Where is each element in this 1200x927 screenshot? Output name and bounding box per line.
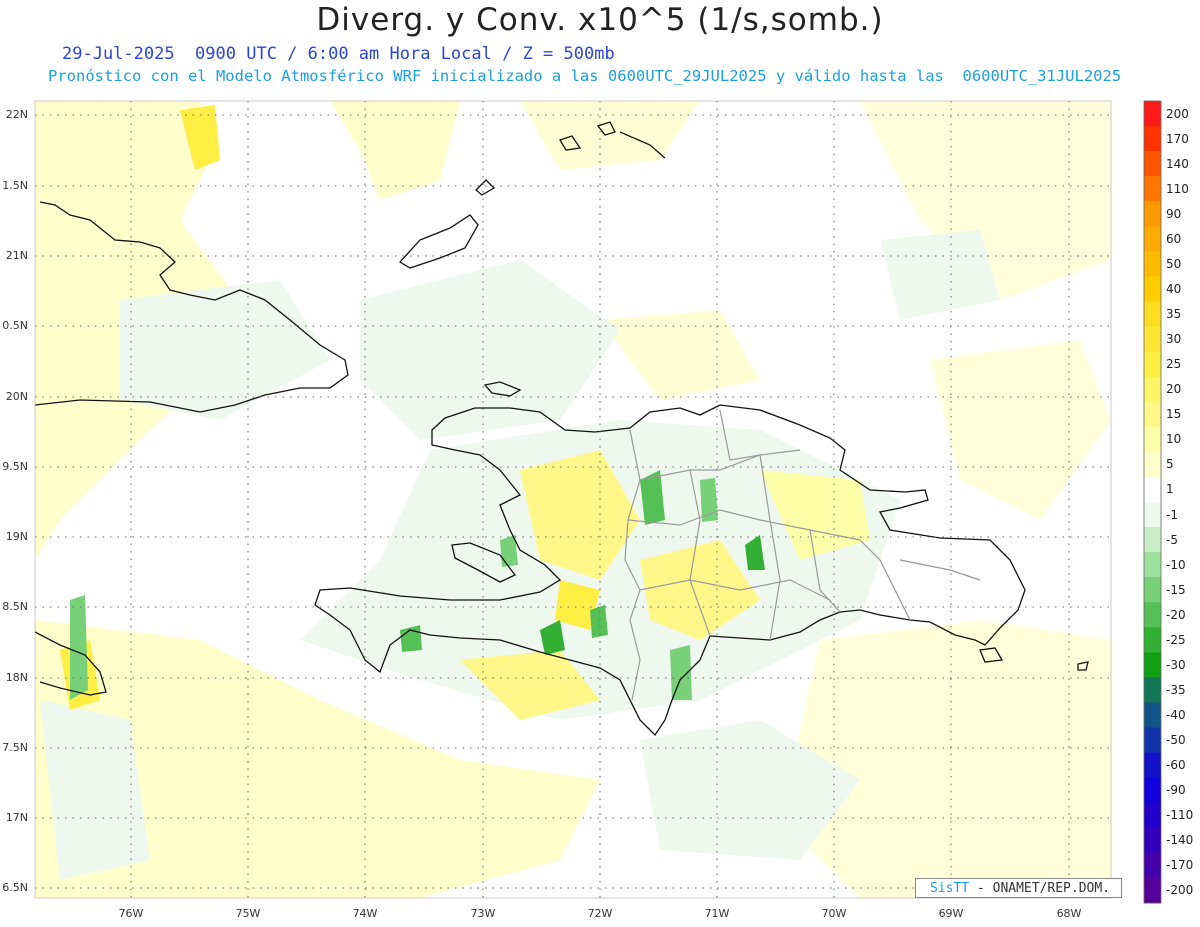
colorbar-swatch (1144, 301, 1161, 328)
colorbar-swatch (1144, 652, 1161, 678)
lat-label: 9.5N (2, 460, 28, 473)
colorbar-label: 1 (1166, 482, 1174, 497)
colorbar-label: -35 (1166, 682, 1186, 697)
colorbar-swatch (1144, 401, 1161, 428)
colorbar-swatch (1144, 201, 1161, 227)
colorbar-swatch (1144, 451, 1161, 478)
credit-box: SisTT - ONAMET/REP.DOM. (915, 878, 1122, 898)
lat-label: 22N (5, 108, 28, 121)
convergence-area (590, 605, 608, 638)
colorbar-swatch (1144, 627, 1161, 653)
convergence-area (70, 595, 88, 700)
colorbar (1144, 101, 1161, 904)
lat-label: 6.5N (2, 881, 28, 894)
colorbar-label: 5 (1166, 457, 1174, 472)
colorbar-label: 25 (1166, 357, 1182, 372)
colorbar-label: 60 (1166, 231, 1182, 246)
colorbar-swatch (1144, 577, 1161, 603)
colorbar-swatch (1144, 502, 1161, 528)
colorbar-label: -60 (1166, 758, 1186, 773)
convergence-area (670, 645, 692, 700)
colorbar-swatch (1144, 727, 1161, 754)
colorbar-label: 110 (1166, 181, 1189, 196)
colorbar-label: 90 (1166, 206, 1182, 221)
colorbar-swatch (1144, 527, 1161, 553)
divergence-area (780, 620, 1111, 898)
colorbar-label: 10 (1166, 432, 1182, 447)
colorbar-swatch (1144, 752, 1161, 779)
lon-label: 69W (938, 907, 964, 920)
divergence-map (34, 100, 1162, 904)
colorbar-swatch (1144, 176, 1161, 202)
lat-label: 18N (5, 671, 28, 684)
credit-brand: SisTT (930, 881, 970, 896)
colorbar-swatch (1144, 426, 1161, 453)
colorbar-label: 20 (1166, 382, 1182, 397)
colorbar-label: 30 (1166, 332, 1182, 347)
colorbar-label: -15 (1166, 582, 1186, 597)
colorbar-label: 40 (1166, 281, 1182, 296)
colorbar-swatch (1144, 702, 1161, 729)
colorbar-swatch (1144, 101, 1161, 127)
colorbar-label: -170 (1166, 858, 1194, 873)
lat-label: 0.5N (2, 319, 28, 332)
colorbar-swatch (1144, 226, 1161, 252)
colorbar-swatch (1144, 326, 1161, 353)
lon-label: 70W (821, 907, 847, 920)
lat-label: 1.5N (2, 179, 28, 192)
lon-label: 73W (470, 907, 496, 920)
colorbar-label: -30 (1166, 657, 1186, 672)
lon-label: 76W (118, 907, 144, 920)
colorbar-swatch (1144, 552, 1161, 578)
colorbar-swatch (1144, 351, 1161, 378)
colorbar-swatch (1144, 677, 1161, 703)
colorbar-label: 15 (1166, 407, 1182, 422)
lon-label: 72W (587, 907, 613, 920)
colorbar-swatch (1144, 126, 1161, 152)
colorbar-label: -1 (1166, 507, 1178, 522)
colorbar-swatch (1144, 476, 1161, 503)
colorbar-label: -20 (1166, 607, 1186, 622)
lon-label: 75W (235, 907, 261, 920)
lat-label: 7.5N (2, 741, 28, 754)
credit-text: - ONAMET/REP.DOM. (969, 881, 1111, 896)
colorbar-swatch (1144, 276, 1161, 302)
colorbar-label: -50 (1166, 733, 1186, 748)
lat-label: 8.5N (2, 600, 28, 613)
lat-label: 19N (5, 530, 28, 543)
colorbar-label: 50 (1166, 256, 1182, 271)
lat-label: 20N (5, 390, 28, 403)
colorbar-label: -10 (1166, 557, 1186, 572)
lat-label: 17N (5, 811, 28, 824)
colorbar-label: 170 (1166, 131, 1189, 146)
colorbar-label: 200 (1166, 106, 1189, 121)
colorbar-swatch (1144, 251, 1161, 277)
colorbar-swatch (1144, 602, 1161, 628)
colorbar-label: 140 (1166, 156, 1189, 171)
convergence-area (700, 478, 718, 522)
colorbar-swatch (1144, 151, 1161, 177)
colorbar-swatch (1144, 852, 1161, 879)
colorbar-swatch (1144, 827, 1161, 854)
lon-label: 74W (352, 907, 378, 920)
colorbar-swatch (1144, 777, 1161, 804)
colorbar-swatch (1144, 877, 1161, 904)
colorbar-label: -140 (1166, 833, 1194, 848)
colorbar-label: -25 (1166, 632, 1186, 647)
colorbar-label: -110 (1166, 808, 1194, 823)
colorbar-swatch (1144, 376, 1161, 403)
colorbar-label: -90 (1166, 783, 1186, 798)
lon-label: 71W (704, 907, 730, 920)
colorbar-label: -200 (1166, 883, 1194, 898)
colorbar-label: -5 (1166, 532, 1178, 547)
colorbar-label: 35 (1166, 307, 1182, 322)
lat-label: 21N (5, 249, 28, 262)
colorbar-swatch (1144, 802, 1161, 829)
lon-label: 68W (1056, 907, 1082, 920)
colorbar-label: -40 (1166, 708, 1186, 723)
